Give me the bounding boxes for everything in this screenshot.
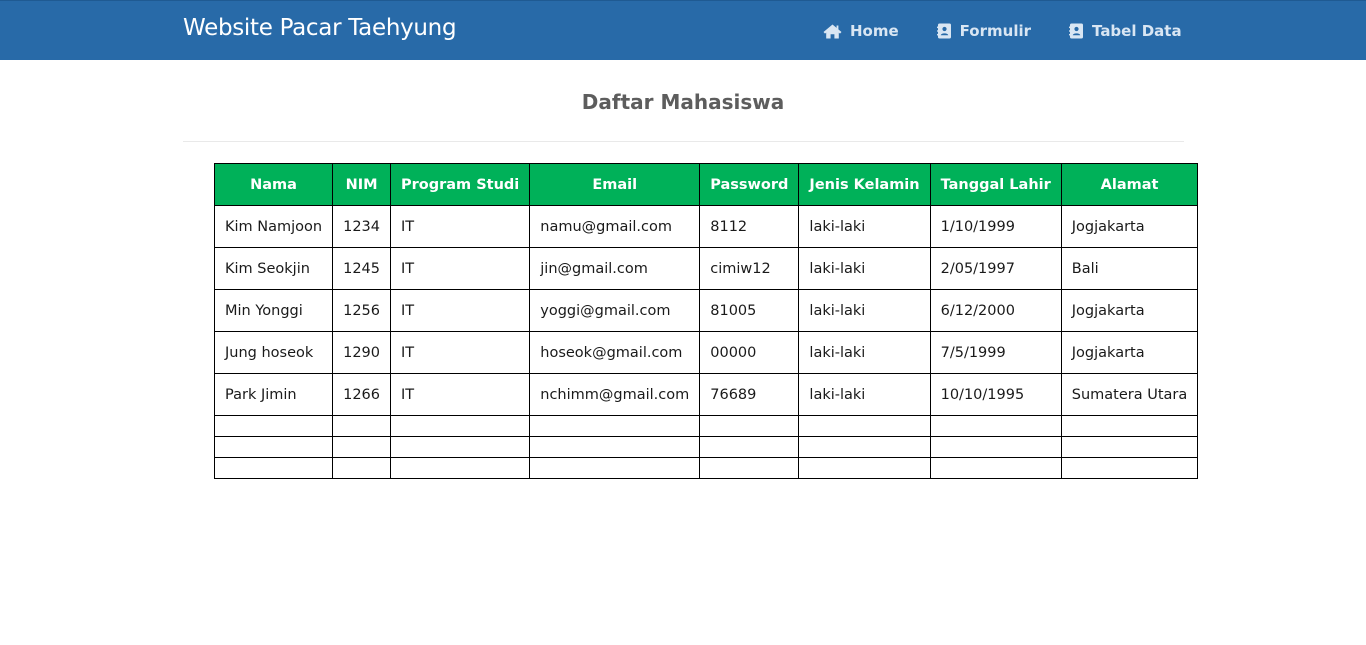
column-header-password: Password (699, 163, 800, 206)
empty-cell (699, 457, 800, 479)
empty-table-row (213, 415, 1199, 437)
cell-nim: 1234 (332, 205, 391, 248)
cell-nama: Jung hoseok (213, 331, 334, 374)
brand-title[interactable]: Website Pacar Taehyung (183, 15, 457, 41)
cell-nim: 1266 (332, 373, 391, 416)
empty-cell (529, 436, 701, 458)
column-header-program-studi: Program Studi (389, 163, 531, 206)
cell-nim: 1245 (332, 247, 391, 290)
empty-cell (389, 457, 531, 479)
cell-email: namu@gmail.com (529, 205, 701, 248)
address-book-icon (1069, 23, 1084, 39)
empty-cell (929, 436, 1062, 458)
cell-tanggal-lahir: 7/5/1999 (929, 331, 1062, 374)
address-book-icon (936, 23, 951, 39)
empty-cell (798, 457, 931, 479)
cell-tanggal-lahir: 2/05/1997 (929, 247, 1062, 290)
cell-program-studi: IT (389, 331, 531, 374)
empty-cell (529, 457, 701, 479)
cell-email: jin@gmail.com (529, 247, 701, 290)
empty-table-row (213, 457, 1199, 479)
cell-jenis-kelamin: laki-laki (798, 331, 931, 374)
home-icon (823, 24, 842, 38)
table-row: Kim Namjoon 1234 IT namu@gmail.com 8112 laki-… (213, 205, 1199, 248)
cell-program-studi: IT (389, 247, 531, 290)
empty-cell (798, 436, 931, 458)
empty-table-row (213, 436, 1199, 458)
cell-email: yoggi@gmail.com (529, 289, 701, 332)
empty-cell (389, 415, 531, 437)
empty-cell (213, 415, 334, 437)
cell-nim: 1290 (332, 331, 391, 374)
cell-password: cimiw12 (699, 247, 800, 290)
column-header-nama: Nama (213, 163, 334, 206)
column-header-alamat: Alamat (1060, 163, 1199, 206)
table-row: Jung hoseok 1290 IT hoseok@gmail.com 00000 la… (213, 331, 1199, 374)
nav-tabel-data-label: Tabel Data (1092, 22, 1182, 40)
cell-nama: Park Jimin (213, 373, 334, 416)
cell-alamat: Bali (1060, 247, 1199, 290)
empty-cell (1060, 457, 1199, 479)
cell-jenis-kelamin: laki-laki (798, 205, 931, 248)
cell-password: 00000 (699, 331, 800, 374)
cell-nama: Min Yonggi (213, 289, 334, 332)
table-row: Min Yonggi 1256 IT yoggi@gmail.com 81005 laki… (213, 289, 1199, 332)
cell-tanggal-lahir: 10/10/1995 (929, 373, 1062, 416)
empty-cell (332, 436, 391, 458)
nav-formulir[interactable]: Formulir (936, 22, 1032, 40)
cell-password: 8112 (699, 205, 800, 248)
cell-jenis-kelamin: laki-laki (798, 247, 931, 290)
empty-cell (1060, 415, 1199, 437)
empty-cell (699, 436, 800, 458)
empty-cell (332, 415, 391, 437)
empty-cell (389, 436, 531, 458)
table-body: Kim Namjoon 1234 IT namu@gmail.com 8112 laki-… (213, 205, 1199, 479)
nav-menu: Home Formulir Tabel Data (823, 1, 1182, 61)
cell-password: 81005 (699, 289, 800, 332)
divider (183, 141, 1184, 142)
cell-program-studi: IT (389, 289, 531, 332)
cell-tanggal-lahir: 6/12/2000 (929, 289, 1062, 332)
navbar: Website Pacar Taehyung Home Formulir Tab… (0, 0, 1366, 60)
cell-program-studi: IT (389, 373, 531, 416)
empty-cell (699, 415, 800, 437)
student-table: Nama NIM Program Studi Email Password Jenis K… (213, 163, 1199, 479)
column-header-nim: NIM (332, 163, 391, 206)
empty-cell (798, 415, 931, 437)
empty-cell (529, 415, 701, 437)
cell-alamat: Jogjakarta (1060, 289, 1199, 332)
nav-tabel-data[interactable]: Tabel Data (1069, 22, 1182, 40)
empty-cell (332, 457, 391, 479)
empty-cell (929, 457, 1062, 479)
nav-home-label: Home (850, 22, 899, 40)
column-header-email: Email (529, 163, 701, 206)
cell-email: hoseok@gmail.com (529, 331, 701, 374)
empty-cell (929, 415, 1062, 437)
cell-nama: Kim Seokjin (213, 247, 334, 290)
cell-program-studi: IT (389, 205, 531, 248)
cell-jenis-kelamin: laki-laki (798, 289, 931, 332)
table-header-row: Nama NIM Program Studi Email Password Jenis K… (213, 163, 1199, 206)
nav-home[interactable]: Home (823, 22, 899, 40)
table-row: Kim Seokjin 1245 IT jin@gmail.com cimiw12 lak… (213, 247, 1199, 290)
cell-alamat: Jogjakarta (1060, 205, 1199, 248)
table-row: Park Jimin 1266 IT nchimm@gmail.com 76689 lak… (213, 373, 1199, 416)
empty-cell (213, 457, 334, 479)
page-title: Daftar Mahasiswa (581, 90, 785, 114)
cell-tanggal-lahir: 1/10/1999 (929, 205, 1062, 248)
cell-email: nchimm@gmail.com (529, 373, 701, 416)
cell-alamat: Sumatera Utara (1060, 373, 1199, 416)
cell-password: 76689 (699, 373, 800, 416)
empty-cell (213, 436, 334, 458)
cell-nama: Kim Namjoon (213, 205, 334, 248)
cell-alamat: Jogjakarta (1060, 331, 1199, 374)
cell-jenis-kelamin: laki-laki (798, 373, 931, 416)
cell-nim: 1256 (332, 289, 391, 332)
column-header-jenis-kelamin: Jenis Kelamin (798, 163, 931, 206)
nav-formulir-label: Formulir (959, 22, 1032, 40)
column-header-tanggal-lahir: Tanggal Lahir (929, 163, 1062, 206)
empty-cell (1060, 436, 1199, 458)
